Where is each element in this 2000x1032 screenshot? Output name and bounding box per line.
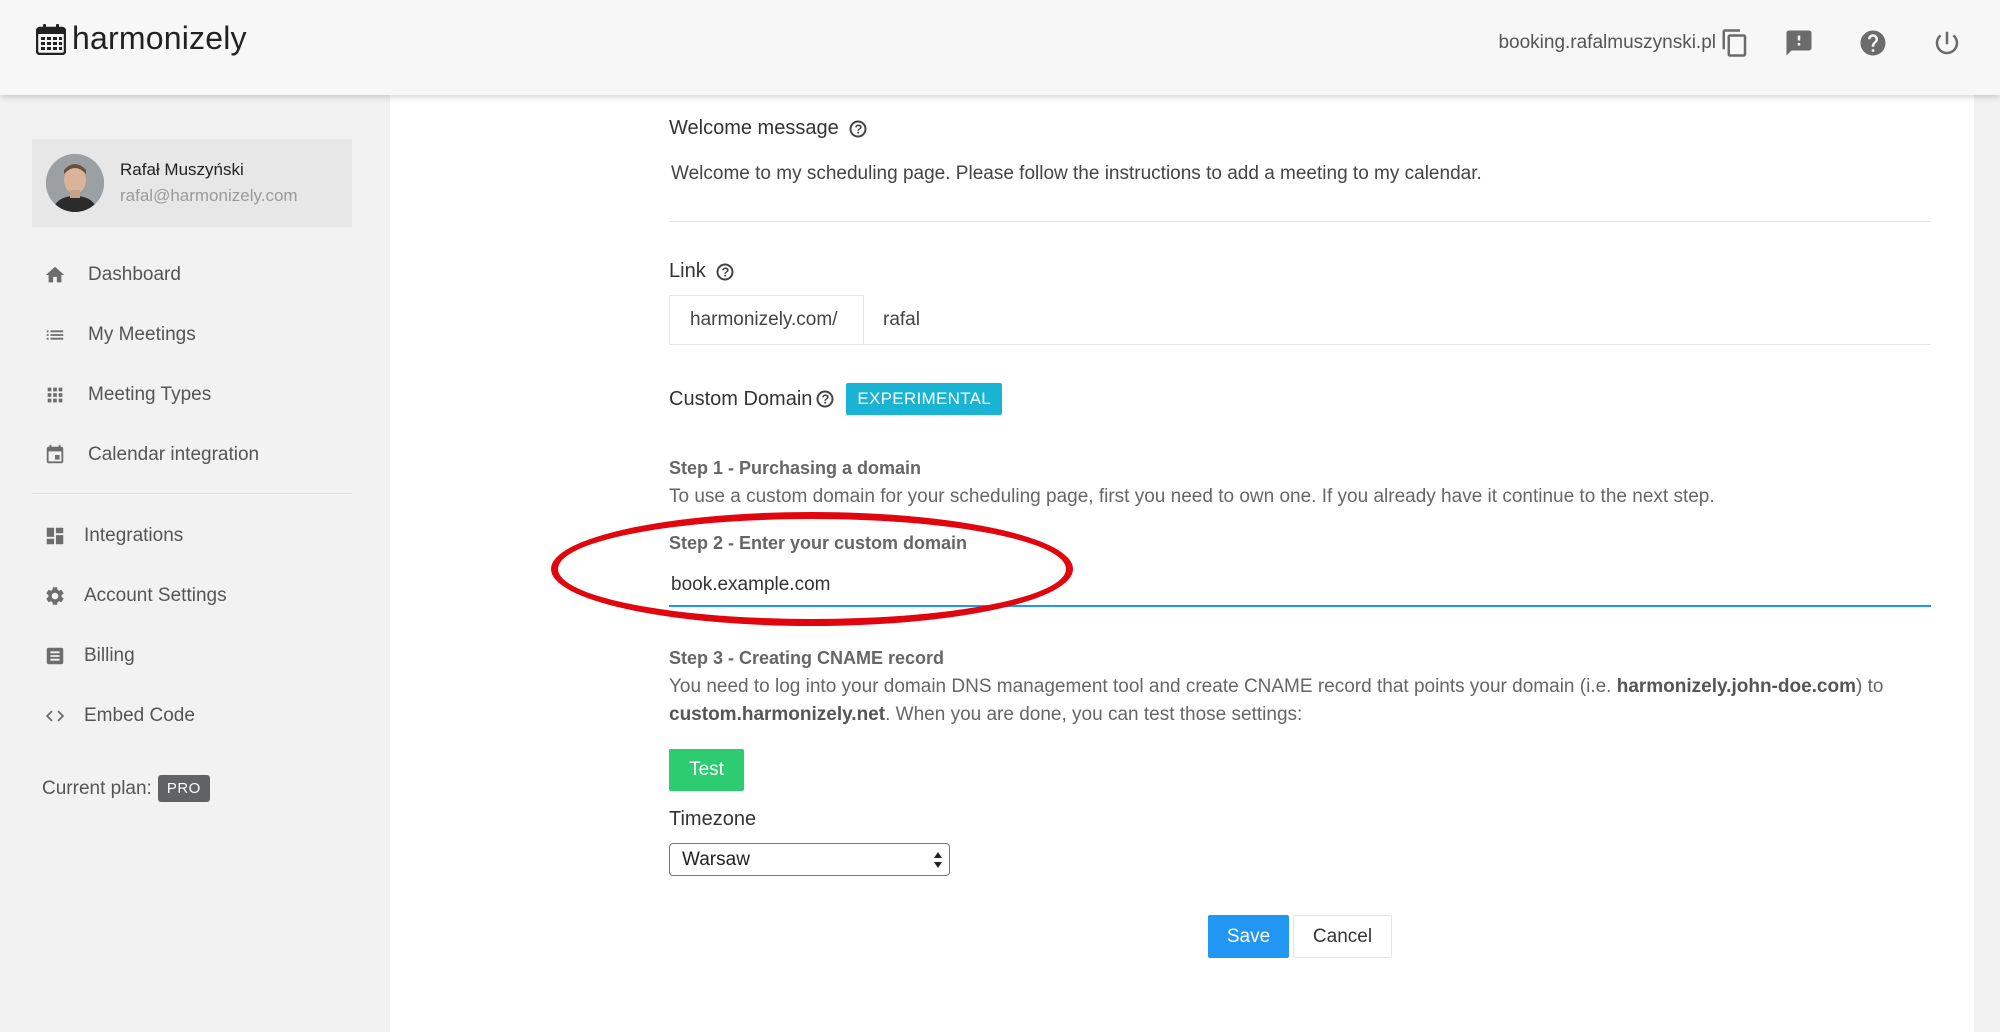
sidebar-item-embed-code[interactable]: Embed Code xyxy=(32,686,352,746)
help-circle-icon[interactable]: ? xyxy=(716,263,734,281)
home-icon xyxy=(45,266,65,283)
link-label: Link ? xyxy=(669,260,734,283)
step3-target-domain: custom.harmonizely.net xyxy=(669,704,886,725)
copy-icon[interactable] xyxy=(1720,28,1750,58)
sidebar-item-meeting-types[interactable]: Meeting Types xyxy=(32,365,352,425)
sidebar-item-label: Integrations xyxy=(84,525,184,546)
step2-title: Step 2 - Enter your custom domain xyxy=(669,533,968,553)
dashboard-icon xyxy=(46,527,64,545)
sidebar-item-label: My Meetings xyxy=(88,324,196,345)
link-prefix: harmonizely.com/ xyxy=(669,295,863,345)
select-arrows-icon xyxy=(934,852,942,868)
plan-label: Current plan: xyxy=(42,777,152,799)
step3-text-a: You need to log into your domain DNS man… xyxy=(669,676,1617,697)
link-input-group: harmonizely.com/ xyxy=(669,295,1931,345)
custom-domain-label-text: Custom Domain xyxy=(669,387,813,410)
calendar-icon xyxy=(46,444,64,464)
timezone-select[interactable]: Warsaw xyxy=(669,843,950,876)
step3-description: You need to log into your domain DNS man… xyxy=(669,673,1931,729)
step3-text-b: ) to xyxy=(1856,676,1884,697)
sidebar-item-label: Billing xyxy=(84,645,135,666)
user-card[interactable]: Rafał Muszyński rafal@harmonizely.com xyxy=(32,139,352,227)
custom-domain-label: Custom Domain ? EXPERIMENTAL xyxy=(669,383,1003,415)
sidebar-divider xyxy=(32,493,352,494)
sidebar-item-label: Dashboard xyxy=(88,264,181,285)
timezone-selected-value: Warsaw xyxy=(682,848,750,870)
sidebar: Rafał Muszyński rafal@harmonizely.com Da… xyxy=(0,95,388,1032)
sidebar-item-account-settings[interactable]: Account Settings xyxy=(32,566,352,626)
help-circle-icon[interactable]: ? xyxy=(849,120,867,138)
help-circle-icon[interactable]: ? xyxy=(816,390,834,408)
power-icon[interactable] xyxy=(1932,28,1962,58)
step3-title: Step 3 - Creating CNAME record xyxy=(669,648,945,668)
welcome-message-text[interactable]: Welcome to my scheduling page. Please fo… xyxy=(671,163,1482,185)
step3-text-c: . When you are done, you can test those … xyxy=(885,704,1303,725)
header-actions: booking.rafalmuszynski.pl xyxy=(1498,0,2000,86)
welcome-message-label-text: Welcome message xyxy=(669,117,839,139)
list-icon xyxy=(46,330,64,340)
svg-text:?: ? xyxy=(854,121,862,136)
app-logo[interactable]: harmonizely xyxy=(36,20,247,57)
custom-domain-input[interactable] xyxy=(669,565,1931,607)
app-name: harmonizely xyxy=(72,20,247,56)
test-button[interactable]: Test xyxy=(669,749,744,791)
sidebar-item-label: Account Settings xyxy=(84,585,227,606)
current-plan: Current plan: PRO xyxy=(42,775,210,802)
receipt-icon xyxy=(46,647,64,665)
sidebar-item-calendar-integration[interactable]: Calendar integration xyxy=(32,425,352,485)
code-icon xyxy=(45,710,65,722)
feedback-icon[interactable] xyxy=(1784,28,1814,58)
step3-example-domain: harmonizely.john-doe.com xyxy=(1616,676,1856,697)
sidebar-item-my-meetings[interactable]: My Meetings xyxy=(32,305,352,365)
plan-badge: PRO xyxy=(157,775,210,802)
user-email: rafal@harmonizely.com xyxy=(120,186,298,205)
calendar-icon xyxy=(36,23,66,55)
svg-text:?: ? xyxy=(822,392,830,407)
sidebar-item-billing[interactable]: Billing xyxy=(32,626,352,686)
avatar xyxy=(46,154,104,212)
sidebar-item-dashboard[interactable]: Dashboard xyxy=(32,245,352,305)
save-button[interactable]: Save xyxy=(1208,915,1289,958)
welcome-message-underline xyxy=(669,221,1931,222)
sidebar-nav: Dashboard My Meetings Meeting Types Cale… xyxy=(32,245,352,746)
step1-title: Step 1 - Purchasing a domain xyxy=(669,458,922,478)
timezone-label: Timezone xyxy=(669,808,757,830)
gear-icon xyxy=(46,587,64,605)
sidebar-item-label: Calendar integration xyxy=(88,444,260,465)
cancel-button[interactable]: Cancel xyxy=(1293,915,1392,958)
booking-domain: booking.rafalmuszynski.pl xyxy=(1498,32,1716,53)
grid-icon xyxy=(47,387,63,403)
experimental-badge: EXPERIMENTAL xyxy=(846,383,1003,415)
sidebar-item-label: Embed Code xyxy=(84,705,195,726)
user-info: Rafał Muszyński rafal@harmonizely.com xyxy=(120,160,298,206)
step1-description: To use a custom domain for your scheduli… xyxy=(669,486,1715,507)
svg-text:?: ? xyxy=(721,264,729,279)
top-header: harmonizely booking.rafalmuszynski.pl xyxy=(0,0,2000,95)
user-name: Rafał Muszyński xyxy=(120,160,244,179)
sidebar-item-label: Meeting Types xyxy=(88,384,212,405)
main-panel: Welcome message ? Welcome to my scheduli… xyxy=(390,95,1974,1032)
link-label-text: Link xyxy=(669,260,706,282)
sidebar-item-integrations[interactable]: Integrations xyxy=(32,506,352,566)
link-slug-input[interactable] xyxy=(863,295,1931,345)
help-icon[interactable] xyxy=(1858,28,1888,58)
welcome-message-label: Welcome message ? xyxy=(669,117,867,140)
